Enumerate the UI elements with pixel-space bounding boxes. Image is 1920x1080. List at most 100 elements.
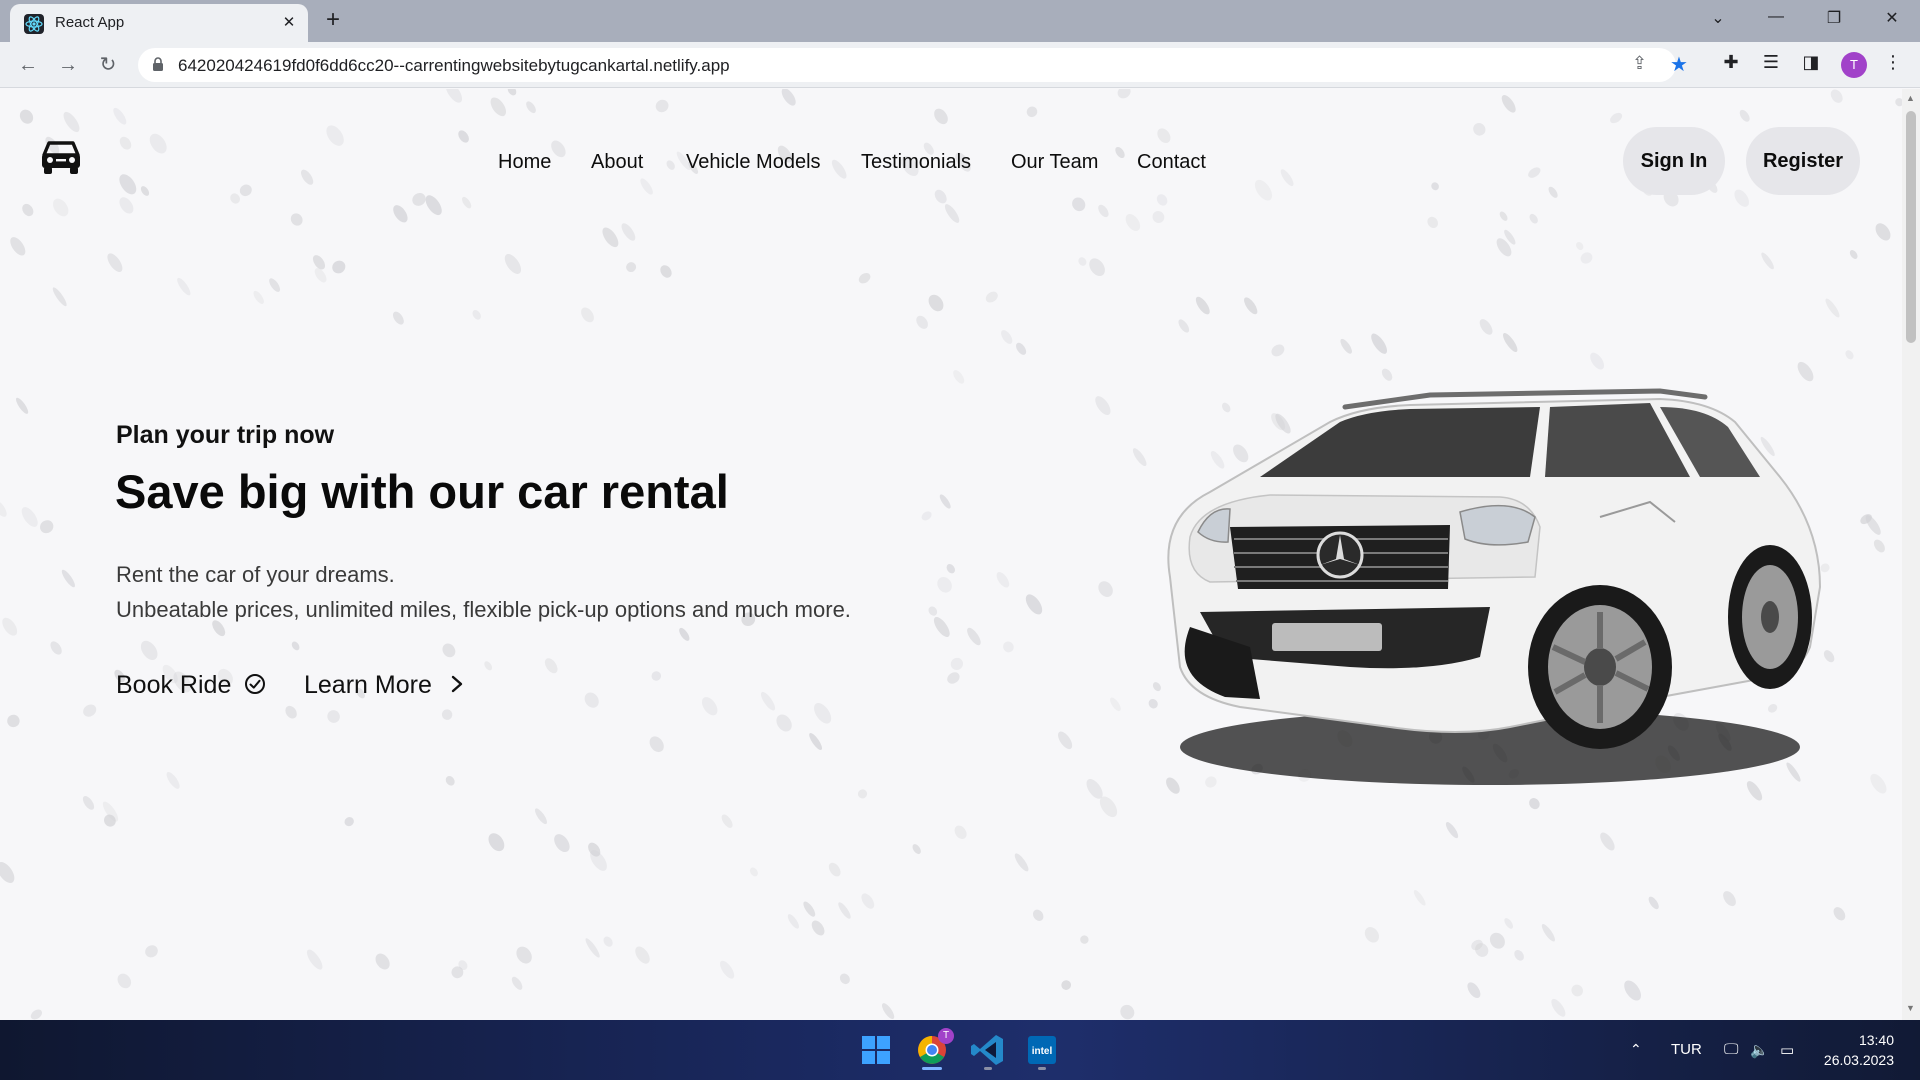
bookmark-star-icon[interactable]: ★ bbox=[1670, 52, 1688, 77]
show-hidden-icons-chevron-icon[interactable]: ⌃ bbox=[1630, 1041, 1642, 1058]
nav-about[interactable]: About bbox=[591, 151, 643, 174]
background-dot bbox=[1499, 211, 1508, 221]
learn-more-label: Learn More bbox=[304, 671, 432, 699]
tab-search-chevron-icon[interactable]: ⌄ bbox=[1706, 8, 1730, 28]
close-tab-icon[interactable]: ✕ bbox=[278, 12, 300, 34]
page-viewport: Home About Vehicle Models Testimonials O… bbox=[0, 89, 1902, 1020]
car-logo-icon[interactable] bbox=[40, 139, 82, 175]
background-dot bbox=[1195, 296, 1210, 315]
react-favicon-icon bbox=[24, 14, 44, 34]
background-dot bbox=[10, 237, 26, 256]
background-dot bbox=[1739, 109, 1750, 122]
background-dot bbox=[1115, 146, 1125, 159]
background-dot bbox=[809, 733, 822, 750]
background-dot bbox=[300, 169, 314, 185]
background-dot bbox=[82, 796, 95, 810]
background-dot bbox=[953, 370, 965, 384]
scrollbar-thumb[interactable] bbox=[1906, 111, 1916, 343]
background-dot bbox=[458, 130, 469, 143]
background-dot bbox=[526, 101, 536, 114]
background-dot bbox=[21, 507, 38, 527]
reload-icon[interactable]: ↻ bbox=[94, 51, 122, 79]
hero-kicker: Plan your trip now bbox=[116, 421, 335, 449]
page-scrollbar[interactable]: ▲ ▼ bbox=[1902, 89, 1920, 1020]
background-dot bbox=[828, 862, 841, 877]
forward-arrow-icon[interactable]: → bbox=[54, 51, 82, 79]
system-clock[interactable]: 13:40 26.03.2023 bbox=[1822, 1030, 1894, 1070]
background-dot bbox=[1080, 935, 1089, 944]
background-dot bbox=[535, 808, 547, 825]
background-dot bbox=[290, 213, 303, 226]
background-dot bbox=[554, 834, 570, 853]
background-dot bbox=[950, 657, 964, 670]
background-dot bbox=[749, 867, 758, 877]
background-dot bbox=[50, 641, 62, 655]
background-dot bbox=[1427, 216, 1439, 229]
restore-icon[interactable]: ❐ bbox=[1822, 8, 1846, 28]
background-dot bbox=[326, 125, 344, 146]
background-dot bbox=[679, 627, 690, 641]
clock-date: 26.03.2023 bbox=[1823, 1052, 1894, 1068]
scroll-up-arrow-icon[interactable]: ▲ bbox=[1906, 93, 1915, 103]
back-arrow-icon[interactable]: ← bbox=[14, 51, 42, 79]
background-dot bbox=[1157, 128, 1171, 144]
background-dot bbox=[306, 949, 323, 970]
background-dot bbox=[445, 89, 463, 103]
network-icon[interactable]: 🖵 bbox=[1724, 1041, 1738, 1058]
share-icon[interactable]: ⇪ bbox=[1632, 53, 1647, 74]
register-button[interactable]: Register bbox=[1746, 127, 1860, 195]
learn-more-button[interactable]: Learn More bbox=[304, 671, 465, 700]
background-dot bbox=[944, 204, 960, 223]
sign-in-button[interactable]: Sign In bbox=[1623, 127, 1725, 195]
reading-list-icon[interactable]: ☰ bbox=[1758, 52, 1784, 73]
background-dot bbox=[803, 901, 816, 917]
intel-app-icon[interactable]: intel bbox=[1022, 1030, 1062, 1070]
background-dot bbox=[996, 572, 1010, 588]
volume-icon[interactable]: 🔈 bbox=[1750, 1041, 1769, 1059]
background-dot bbox=[1501, 95, 1516, 113]
extensions-puzzle-icon[interactable]: ✚ bbox=[1718, 52, 1744, 73]
background-dot bbox=[811, 920, 825, 936]
chrome-profile-badge: T bbox=[938, 1028, 954, 1044]
nav-vehicle-models[interactable]: Vehicle Models bbox=[686, 151, 821, 174]
book-ride-button[interactable]: Book Ride bbox=[116, 671, 266, 700]
background-dot bbox=[655, 99, 669, 113]
profile-avatar[interactable]: T bbox=[1841, 52, 1867, 78]
side-panel-icon[interactable]: ◨ bbox=[1798, 52, 1824, 73]
background-dot bbox=[581, 307, 594, 323]
menu-kebab-icon[interactable]: ⋮ bbox=[1880, 52, 1906, 73]
background-dot bbox=[1089, 258, 1105, 277]
vscode-icon[interactable] bbox=[968, 1030, 1008, 1070]
language-indicator[interactable]: TUR bbox=[1671, 1041, 1702, 1058]
browser-tab[interactable]: React App ✕ bbox=[10, 4, 308, 42]
windows-start-icon[interactable] bbox=[856, 1030, 896, 1070]
background-dot bbox=[1125, 214, 1141, 231]
background-dot bbox=[230, 193, 240, 204]
background-dot bbox=[831, 159, 847, 179]
background-dot bbox=[1072, 197, 1086, 212]
nav-our-team[interactable]: Our Team bbox=[1011, 151, 1098, 174]
background-dot bbox=[1845, 350, 1854, 360]
nav-home[interactable]: Home bbox=[498, 151, 551, 174]
background-dot bbox=[1600, 832, 1615, 851]
close-window-icon[interactable]: ✕ bbox=[1880, 8, 1904, 28]
background-dot bbox=[7, 714, 20, 728]
background-dot bbox=[1624, 980, 1641, 1001]
background-dot bbox=[1445, 822, 1459, 839]
background-dot bbox=[916, 315, 928, 329]
check-circle-icon bbox=[245, 674, 266, 694]
nav-contact[interactable]: Contact bbox=[1137, 151, 1206, 174]
background-dot bbox=[603, 936, 613, 947]
address-bar[interactable]: 642020424619fd0f6dd6cc20--carrentingwebs… bbox=[138, 48, 1688, 82]
background-dot bbox=[1098, 204, 1109, 218]
nav-testimonials[interactable]: Testimonials bbox=[861, 151, 971, 174]
battery-icon[interactable]: ▭ bbox=[1780, 1041, 1794, 1059]
chrome-taskbar-app[interactable]: T bbox=[912, 1028, 954, 1070]
scroll-down-arrow-icon[interactable]: ▼ bbox=[1906, 1003, 1915, 1013]
new-tab-plus-icon[interactable]: + bbox=[326, 8, 340, 32]
background-dot bbox=[666, 160, 675, 170]
browser-toolbar: ← → ↻ 642020424619fd0f6dd6cc20--carrenti… bbox=[0, 42, 1920, 88]
minimize-icon[interactable]: — bbox=[1764, 8, 1788, 26]
book-ride-label: Book Ride bbox=[116, 671, 232, 699]
background-dot bbox=[954, 825, 967, 840]
